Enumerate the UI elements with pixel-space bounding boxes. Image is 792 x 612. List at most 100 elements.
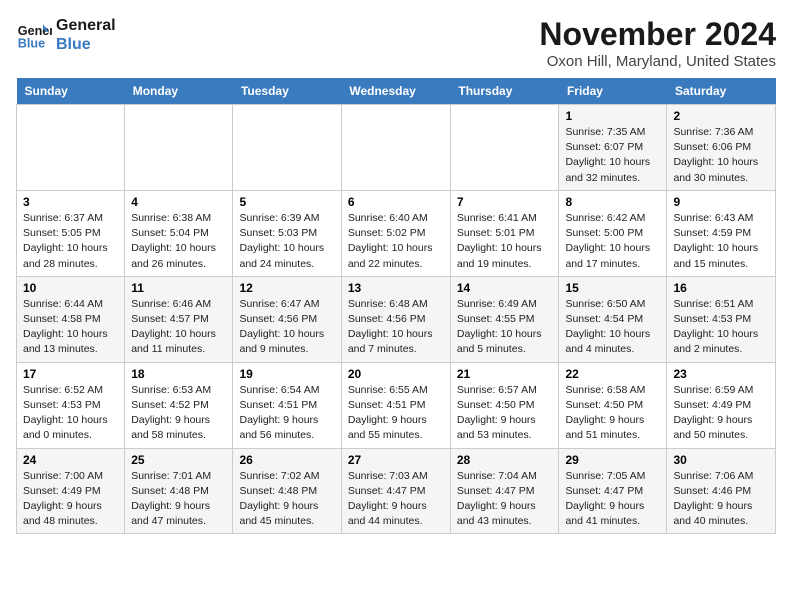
calendar-day: 13 Sunrise: 6:48 AM Sunset: 4:56 PM Dayli… — [341, 276, 450, 362]
day-number: 28 — [457, 453, 553, 467]
day-number: 4 — [131, 195, 226, 209]
day-info: Sunrise: 6:43 AM Sunset: 4:59 PM Dayligh… — [673, 211, 769, 272]
calendar-day: 22Sunrise: 6:58 AM Sunset: 4:50 PM Dayli… — [559, 362, 667, 448]
day-header-tuesday: Tuesday — [233, 78, 341, 105]
day-number: 26 — [239, 453, 334, 467]
day-number: 1 — [565, 109, 660, 123]
day-number: 9 — [673, 195, 769, 209]
calendar-day — [17, 105, 125, 191]
day-number: 27 — [348, 453, 444, 467]
day-number: 13 — [348, 281, 444, 295]
calendar-day: 28 Sunrise: 7:04 AM Sunset: 4:47 PM Dayli… — [450, 448, 559, 534]
day-info: Sunrise: 7:35 AM Sunset: 6:07 PM Dayligh… — [565, 125, 660, 186]
day-info: Sunrise: 6:46 AM Sunset: 4:57 PM Dayligh… — [131, 297, 226, 358]
day-info: Sunrise: 7:01 AM Sunset: 4:48 PM Dayligh… — [131, 469, 226, 530]
day-header-sunday: Sunday — [17, 78, 125, 105]
day-info: Sunrise: 6:53 AM Sunset: 4:52 PM Dayligh… — [131, 383, 226, 444]
calendar-day: 6 Sunrise: 6:40 AM Sunset: 5:02 PM Daylig… — [341, 190, 450, 276]
day-info: Sunrise: 6:42 AM Sunset: 5:00 PM Dayligh… — [565, 211, 660, 272]
day-number: 11 — [131, 281, 226, 295]
day-info: Sunrise: 6:38 AM Sunset: 5:04 PM Dayligh… — [131, 211, 226, 272]
day-info: Sunrise: 6:47 AM Sunset: 4:56 PM Dayligh… — [239, 297, 334, 358]
day-info: Sunrise: 6:44 AM Sunset: 4:58 PM Dayligh… — [23, 297, 118, 358]
logo-line1: General — [56, 16, 116, 35]
day-header-thursday: Thursday — [450, 78, 559, 105]
day-info: Sunrise: 6:57 AM Sunset: 4:50 PM Dayligh… — [457, 383, 553, 444]
day-info: Sunrise: 6:54 AM Sunset: 4:51 PM Dayligh… — [239, 383, 334, 444]
logo: General Blue General Blue — [16, 16, 116, 54]
calendar-day: 20 Sunrise: 6:55 AM Sunset: 4:51 PM Dayli… — [341, 362, 450, 448]
logo-line2: Blue — [56, 35, 116, 54]
calendar-week-1: 1 Sunrise: 7:35 AM Sunset: 6:07 PM Daylig… — [17, 105, 776, 191]
calendar-day — [450, 105, 559, 191]
day-info: Sunrise: 6:48 AM Sunset: 4:56 PM Dayligh… — [348, 297, 444, 358]
calendar-day: 16Sunrise: 6:51 AM Sunset: 4:53 PM Dayli… — [667, 276, 776, 362]
calendar-day: 1 Sunrise: 7:35 AM Sunset: 6:07 PM Daylig… — [559, 105, 667, 191]
calendar-day: 27 Sunrise: 7:03 AM Sunset: 4:47 PM Dayli… — [341, 448, 450, 534]
day-number: 16 — [673, 281, 769, 295]
calendar-day: 7 Sunrise: 6:41 AM Sunset: 5:01 PM Daylig… — [450, 190, 559, 276]
day-header-wednesday: Wednesday — [341, 78, 450, 105]
calendar-day — [341, 105, 450, 191]
day-info: Sunrise: 7:06 AM Sunset: 4:46 PM Dayligh… — [673, 469, 769, 530]
calendar-day: 17Sunrise: 6:52 AM Sunset: 4:53 PM Dayli… — [17, 362, 125, 448]
day-info: Sunrise: 7:02 AM Sunset: 4:48 PM Dayligh… — [239, 469, 334, 530]
calendar-day: 14Sunrise: 6:49 AM Sunset: 4:55 PM Dayli… — [450, 276, 559, 362]
calendar-week-3: 10 Sunrise: 6:44 AM Sunset: 4:58 PM Dayli… — [17, 276, 776, 362]
day-info: Sunrise: 7:04 AM Sunset: 4:47 PM Dayligh… — [457, 469, 553, 530]
calendar-day: 18 Sunrise: 6:53 AM Sunset: 4:52 PM Dayli… — [125, 362, 233, 448]
calendar-week-2: 3Sunrise: 6:37 AM Sunset: 5:05 PM Daylig… — [17, 190, 776, 276]
day-info: Sunrise: 6:41 AM Sunset: 5:01 PM Dayligh… — [457, 211, 553, 272]
day-number: 19 — [239, 367, 334, 381]
day-header-monday: Monday — [125, 78, 233, 105]
calendar-day: 5 Sunrise: 6:39 AM Sunset: 5:03 PM Daylig… — [233, 190, 341, 276]
calendar-day: 11 Sunrise: 6:46 AM Sunset: 4:57 PM Dayli… — [125, 276, 233, 362]
calendar-day: 19 Sunrise: 6:54 AM Sunset: 4:51 PM Dayli… — [233, 362, 341, 448]
calendar-day: 2 Sunrise: 7:36 AM Sunset: 6:06 PM Daylig… — [667, 105, 776, 191]
calendar-day: 12 Sunrise: 6:47 AM Sunset: 4:56 PM Dayli… — [233, 276, 341, 362]
day-number: 12 — [239, 281, 334, 295]
day-number: 2 — [673, 109, 769, 123]
day-number: 7 — [457, 195, 553, 209]
day-number: 6 — [348, 195, 444, 209]
day-info: Sunrise: 6:52 AM Sunset: 4:53 PM Dayligh… — [23, 383, 118, 444]
location-subtitle: Oxon Hill, Maryland, United States — [539, 53, 776, 70]
calendar-day: 29Sunrise: 7:05 AM Sunset: 4:47 PM Dayli… — [559, 448, 667, 534]
day-info: Sunrise: 6:40 AM Sunset: 5:02 PM Dayligh… — [348, 211, 444, 272]
day-number: 20 — [348, 367, 444, 381]
month-title: November 2024 — [539, 16, 776, 53]
day-info: Sunrise: 7:03 AM Sunset: 4:47 PM Dayligh… — [348, 469, 444, 530]
calendar-day: 8 Sunrise: 6:42 AM Sunset: 5:00 PM Daylig… — [559, 190, 667, 276]
calendar-day: 3Sunrise: 6:37 AM Sunset: 5:05 PM Daylig… — [17, 190, 125, 276]
day-info: Sunrise: 7:36 AM Sunset: 6:06 PM Dayligh… — [673, 125, 769, 186]
calendar-day: 25 Sunrise: 7:01 AM Sunset: 4:48 PM Dayli… — [125, 448, 233, 534]
day-number: 22 — [565, 367, 660, 381]
day-number: 5 — [239, 195, 334, 209]
day-number: 25 — [131, 453, 226, 467]
day-number: 21 — [457, 367, 553, 381]
day-number: 18 — [131, 367, 226, 381]
day-number: 14 — [457, 281, 553, 295]
calendar-day: 23 Sunrise: 6:59 AM Sunset: 4:49 PM Dayli… — [667, 362, 776, 448]
day-number: 10 — [23, 281, 118, 295]
day-info: Sunrise: 6:50 AM Sunset: 4:54 PM Dayligh… — [565, 297, 660, 358]
day-number: 8 — [565, 195, 660, 209]
calendar-day: 30 Sunrise: 7:06 AM Sunset: 4:46 PM Dayli… — [667, 448, 776, 534]
calendar-day: 4 Sunrise: 6:38 AM Sunset: 5:04 PM Daylig… — [125, 190, 233, 276]
calendar-week-5: 24 Sunrise: 7:00 AM Sunset: 4:49 PM Dayli… — [17, 448, 776, 534]
day-info: Sunrise: 6:39 AM Sunset: 5:03 PM Dayligh… — [239, 211, 334, 272]
day-info: Sunrise: 6:59 AM Sunset: 4:49 PM Dayligh… — [673, 383, 769, 444]
svg-text:Blue: Blue — [18, 37, 45, 51]
day-number: 24 — [23, 453, 118, 467]
calendar-day: 21 Sunrise: 6:57 AM Sunset: 4:50 PM Dayli… — [450, 362, 559, 448]
day-number: 30 — [673, 453, 769, 467]
day-info: Sunrise: 7:00 AM Sunset: 4:49 PM Dayligh… — [23, 469, 118, 530]
day-info: Sunrise: 6:55 AM Sunset: 4:51 PM Dayligh… — [348, 383, 444, 444]
calendar-day — [233, 105, 341, 191]
day-info: Sunrise: 7:05 AM Sunset: 4:47 PM Dayligh… — [565, 469, 660, 530]
day-header-friday: Friday — [559, 78, 667, 105]
calendar-day: 10 Sunrise: 6:44 AM Sunset: 4:58 PM Dayli… — [17, 276, 125, 362]
day-number: 23 — [673, 367, 769, 381]
calendar-day: 24 Sunrise: 7:00 AM Sunset: 4:49 PM Dayli… — [17, 448, 125, 534]
calendar-week-4: 17Sunrise: 6:52 AM Sunset: 4:53 PM Dayli… — [17, 362, 776, 448]
